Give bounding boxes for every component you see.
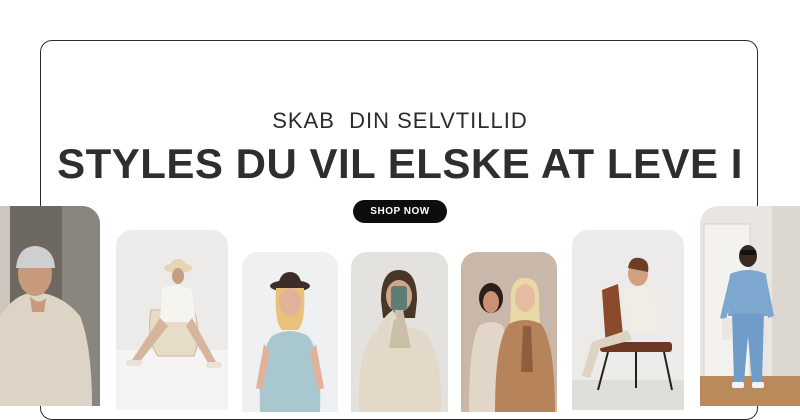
- product-photo-6[interactable]: [572, 230, 684, 410]
- product-photo-7[interactable]: [700, 206, 800, 406]
- product-photo-4[interactable]: [351, 252, 448, 412]
- product-photo-3[interactable]: [242, 252, 338, 412]
- shop-now-button[interactable]: SHOP NOW: [353, 200, 447, 223]
- banner-subtitle: SKAB DIN SELVTILLID: [272, 108, 528, 133]
- product-photo-1[interactable]: [0, 206, 100, 406]
- banner-headline: STYLES DU VIL ELSKE AT LEVE I: [57, 140, 743, 187]
- product-photo-2[interactable]: [116, 230, 228, 410]
- product-photo-5[interactable]: [461, 252, 557, 412]
